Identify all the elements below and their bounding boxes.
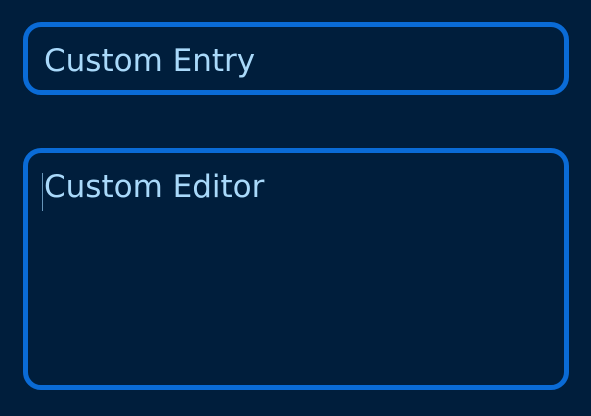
custom-entry-field[interactable]: Custom Entry [23,22,569,95]
page-root: Custom Entry Custom Editor [0,0,591,416]
text-caret [42,173,43,211]
custom-entry-text: Custom Entry [44,43,256,79]
custom-editor-text: Custom Editor [44,169,265,205]
custom-editor-field[interactable]: Custom Editor [23,148,569,390]
